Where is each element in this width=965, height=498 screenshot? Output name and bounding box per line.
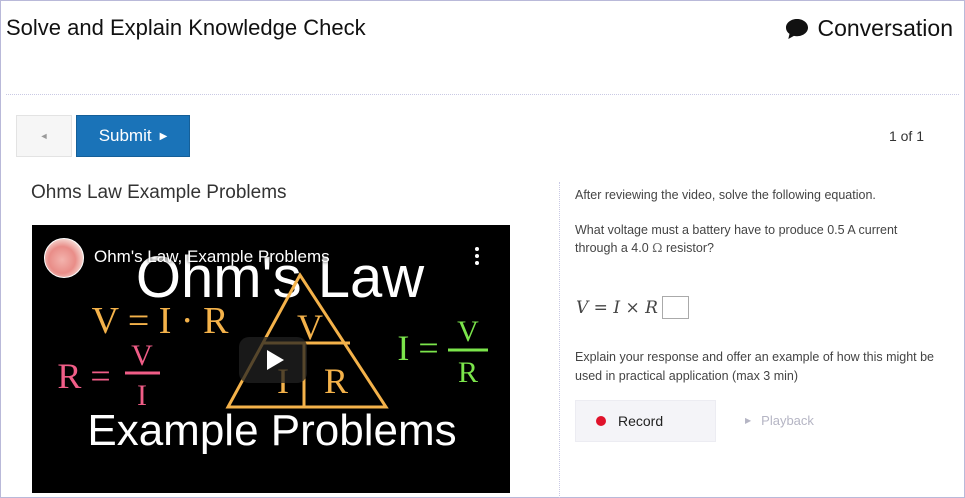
record-dot-icon [596, 416, 606, 426]
submit-button[interactable]: Submit ▶ [76, 115, 190, 157]
question-part1: What voltage must a battery have to prod… [575, 223, 898, 255]
playback-arrow-icon: ▶ [745, 416, 752, 425]
conversation-button[interactable]: Conversation [785, 15, 953, 42]
play-arrow-icon: ▶ [159, 130, 168, 142]
video-player[interactable]: Ohm's Law V = I · R V I R R = V I I = V … [32, 225, 510, 493]
pager: 1 of 1 [888, 128, 924, 144]
back-arrow-icon: ◄ [39, 131, 49, 141]
play-icon [267, 350, 284, 370]
back-button[interactable]: ◄ [16, 115, 72, 157]
equation-text: V = I × R [576, 297, 658, 318]
playback-button[interactable]: ▶ Playback [745, 413, 814, 428]
equation: V = I × R [576, 296, 689, 319]
channel-avatar[interactable] [44, 238, 84, 278]
thumb-eq-vir: V = I · R [92, 300, 229, 342]
column-divider [559, 182, 560, 498]
question-part2: resistor? [666, 241, 714, 255]
video-title[interactable]: Ohm's Law, Example Problems [94, 247, 330, 267]
record-button[interactable]: Record [575, 400, 716, 442]
more-vert-icon[interactable] [474, 247, 480, 268]
explain-prompt: Explain your response and offer an examp… [575, 350, 935, 383]
thumb-eq-i-den: R [458, 356, 478, 389]
section-title: Ohms Law Example Problems [31, 182, 287, 203]
playback-label: Playback [761, 413, 814, 428]
header-divider [6, 94, 959, 95]
submit-label: Submit [98, 126, 152, 145]
ohm-symbol: Ω [652, 240, 663, 255]
thumb-footer: Example Problems [87, 406, 456, 455]
instructions-text: After reviewing the video, solve the fol… [575, 188, 876, 202]
record-label: Record [618, 413, 664, 429]
answer-input[interactable] [661, 296, 689, 319]
thumb-eq-i-num: V [457, 315, 479, 348]
page-title: Solve and Explain Knowledge Check [6, 15, 366, 40]
thumb-eq-r-num: V [131, 339, 153, 372]
question-text: What voltage must a battery have to prod… [575, 221, 920, 257]
play-button[interactable] [239, 337, 307, 383]
thumb-eq-i-lhs: I = [397, 328, 438, 368]
conversation-label: Conversation [817, 15, 953, 41]
speech-bubble-icon [786, 18, 809, 39]
thumb-tri-r: R [324, 361, 348, 401]
thumb-eq-r-lhs: R = [57, 356, 110, 396]
